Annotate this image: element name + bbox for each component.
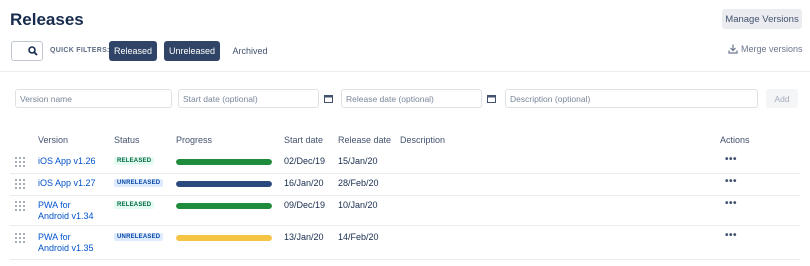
manage-versions-button[interactable]: Manage Versions	[722, 9, 802, 29]
more-actions-icon[interactable]: •••	[725, 176, 737, 187]
download-icon	[728, 44, 738, 54]
search-input[interactable]	[11, 41, 43, 61]
version-name-input[interactable]: Version name	[15, 89, 172, 108]
status-badge: UNRELEASED	[114, 233, 164, 241]
column-header-description: Description	[400, 135, 446, 145]
drag-handle-icon[interactable]	[15, 233, 25, 243]
start-date-cell: 13/Jan/20	[284, 232, 324, 242]
version-link[interactable]: PWA for Android v1.35	[38, 232, 94, 254]
section-divider	[0, 71, 810, 72]
more-actions-icon[interactable]: •••	[725, 198, 737, 209]
progress-bar	[176, 181, 272, 187]
progress-fill	[176, 235, 272, 241]
table-row: iOS App v1.27 UNRELEASED 16/Jan/20 28/Fe…	[10, 176, 800, 196]
start-date-cell: 09/Dec/19	[284, 200, 326, 210]
version-link-line[interactable]: PWA for	[38, 200, 94, 211]
release-date-cell: 15/Jan/20	[338, 156, 378, 166]
search-icon	[28, 46, 38, 56]
column-header-start-date[interactable]: Start date	[284, 135, 323, 145]
filter-unreleased-button[interactable]: Unreleased	[164, 41, 220, 61]
start-date-cell: 16/Jan/20	[284, 178, 324, 188]
more-actions-icon[interactable]: •••	[725, 154, 737, 165]
progress-fill	[176, 181, 272, 187]
drag-handle-icon[interactable]	[15, 157, 25, 167]
progress-fill	[176, 159, 272, 165]
merge-versions-label: Merge versions	[741, 44, 803, 54]
filter-archived-button[interactable]: Archived	[227, 41, 273, 61]
version-link[interactable]: iOS App v1.26	[38, 156, 96, 167]
drag-handle-icon[interactable]	[15, 201, 25, 211]
column-header-version[interactable]: Version	[38, 135, 68, 145]
progress-bar	[176, 159, 272, 165]
table-row: iOS App v1.26 RELEASED 02/Dec/19 15/Jan/…	[10, 154, 800, 174]
version-link-line[interactable]: Android v1.34	[38, 211, 94, 222]
progress-bar	[176, 203, 272, 209]
table-row: PWA for Android v1.34 RELEASED 09/Dec/19…	[10, 198, 800, 226]
page-title: Releases	[10, 10, 84, 29]
version-link-line[interactable]: PWA for	[38, 232, 94, 243]
table-row: PWA for Android v1.35 UNRELEASED 13/Jan/…	[10, 230, 800, 260]
status-badge: RELEASED	[114, 157, 155, 165]
start-date-cell: 02/Dec/19	[284, 156, 326, 166]
status-badge: UNRELEASED	[114, 179, 164, 187]
merge-versions-link[interactable]: Merge versions	[728, 44, 803, 54]
more-actions-icon[interactable]: •••	[725, 230, 737, 241]
filter-released-button[interactable]: Released	[109, 41, 157, 61]
column-header-progress[interactable]: Progress	[176, 135, 212, 145]
version-link[interactable]: iOS App v1.27	[38, 178, 96, 189]
progress-fill	[176, 203, 272, 209]
column-header-release-date[interactable]: Release date	[338, 135, 391, 145]
description-input[interactable]: Description (optional)	[505, 89, 758, 108]
calendar-icon[interactable]	[487, 94, 496, 103]
progress-bar	[176, 235, 272, 241]
drag-handle-icon[interactable]	[15, 179, 25, 189]
column-header-actions: Actions	[720, 135, 750, 145]
calendar-icon[interactable]	[324, 94, 333, 103]
release-date-cell: 28/Feb/20	[338, 178, 379, 188]
release-date-cell: 10/Jan/20	[338, 200, 378, 210]
version-link[interactable]: PWA for Android v1.34	[38, 200, 94, 222]
version-link-line[interactable]: Android v1.35	[38, 243, 94, 254]
start-date-input[interactable]: Start date (optional)	[178, 89, 319, 108]
status-badge: RELEASED	[114, 201, 155, 209]
column-header-status[interactable]: Status	[114, 135, 140, 145]
release-date-input[interactable]: Release date (optional)	[341, 89, 482, 108]
release-date-cell: 14/Feb/20	[338, 232, 379, 242]
add-version-button[interactable]: Add	[766, 89, 798, 108]
quick-filters-label: QUICK FILTERS:	[50, 47, 110, 54]
